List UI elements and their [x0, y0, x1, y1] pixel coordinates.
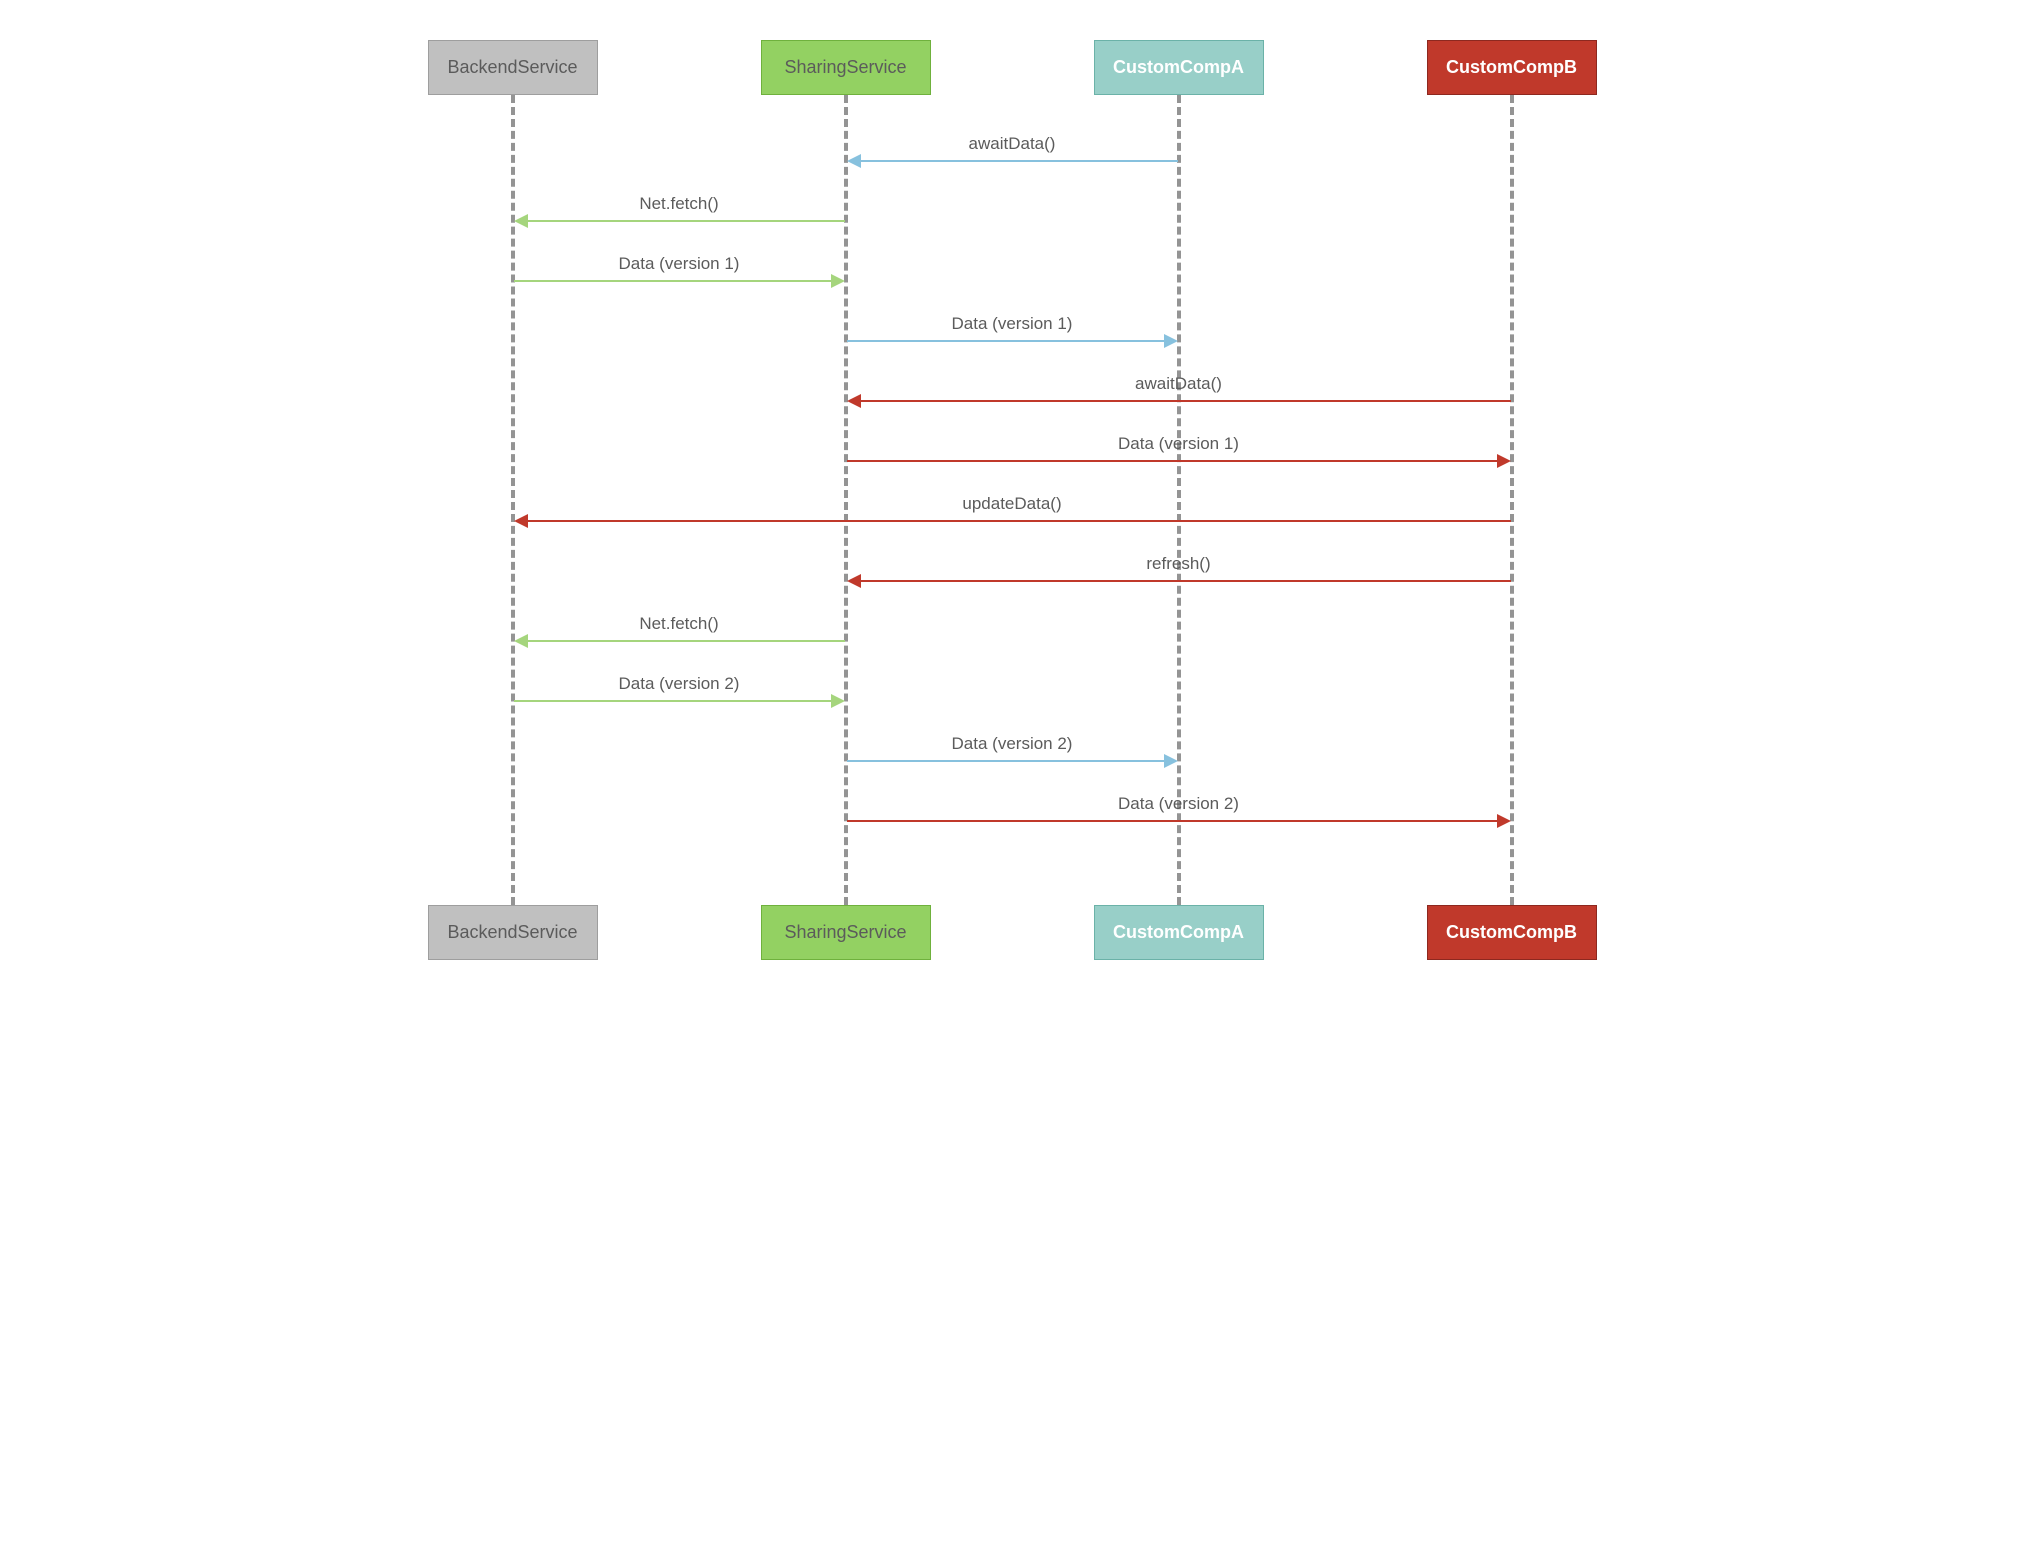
- message-label: Net.fetch(): [514, 614, 845, 634]
- sequence-diagram: BackendService SharingService CustomComp…: [413, 40, 1613, 1010]
- arrow-right-icon: [1497, 814, 1511, 828]
- arrow-left-icon: [514, 634, 528, 648]
- arrow-right-icon: [831, 274, 845, 288]
- arrow-right-icon: [1164, 334, 1178, 348]
- message-label: Data (version 2): [847, 794, 1511, 814]
- message-netfetch-1: Net.fetch(): [514, 220, 845, 248]
- participant-label: BackendService: [447, 57, 577, 78]
- arrow-left-icon: [847, 574, 861, 588]
- participant-sharing-top: SharingService: [761, 40, 931, 95]
- message-awaitdata-compb: awaitData(): [847, 400, 1511, 428]
- participant-label: CustomCompB: [1446, 57, 1577, 78]
- message-label: awaitData(): [847, 374, 1511, 394]
- message-label: Data (version 1): [847, 434, 1511, 454]
- message-data-v2-compb: Data (version 2): [847, 820, 1511, 848]
- arrow-right-icon: [1164, 754, 1178, 768]
- arrow-right-icon: [1497, 454, 1511, 468]
- message-label: refresh(): [847, 554, 1511, 574]
- message-data-v2-backend: Data (version 2): [514, 700, 845, 728]
- participant-backend-top: BackendService: [428, 40, 598, 95]
- participant-compb-bottom: CustomCompB: [1427, 905, 1597, 960]
- participant-label: SharingService: [784, 57, 906, 78]
- message-data-v2-compa: Data (version 2): [847, 760, 1178, 788]
- message-refresh: refresh(): [847, 580, 1511, 608]
- message-data-v1-backend: Data (version 1): [514, 280, 845, 308]
- message-label: Data (version 2): [514, 674, 845, 694]
- participant-backend-bottom: BackendService: [428, 905, 598, 960]
- participant-label: SharingService: [784, 922, 906, 943]
- arrow-right-icon: [831, 694, 845, 708]
- message-label: awaitData(): [847, 134, 1178, 154]
- arrow-left-icon: [847, 154, 861, 168]
- participant-compa-top: CustomCompA: [1094, 40, 1264, 95]
- participant-label: CustomCompA: [1113, 57, 1244, 78]
- participant-label: CustomCompA: [1113, 922, 1244, 943]
- participant-compb-top: CustomCompB: [1427, 40, 1597, 95]
- message-data-v1-compb: Data (version 1): [847, 460, 1511, 488]
- message-netfetch-2: Net.fetch(): [514, 640, 845, 668]
- arrow-left-icon: [514, 214, 528, 228]
- arrow-left-icon: [514, 514, 528, 528]
- message-label: Net.fetch(): [514, 194, 845, 214]
- message-label: Data (version 1): [847, 314, 1178, 334]
- message-label: updateData(): [514, 494, 1511, 514]
- message-label: Data (version 2): [847, 734, 1178, 754]
- message-label: Data (version 1): [514, 254, 845, 274]
- message-updatedata: updateData(): [514, 520, 1511, 548]
- message-data-v1-compa: Data (version 1): [847, 340, 1178, 368]
- message-awaitdata-compa: awaitData(): [847, 160, 1178, 188]
- arrow-left-icon: [847, 394, 861, 408]
- participant-label: CustomCompB: [1446, 922, 1577, 943]
- participant-compa-bottom: CustomCompA: [1094, 905, 1264, 960]
- participant-sharing-bottom: SharingService: [761, 905, 931, 960]
- participant-label: BackendService: [447, 922, 577, 943]
